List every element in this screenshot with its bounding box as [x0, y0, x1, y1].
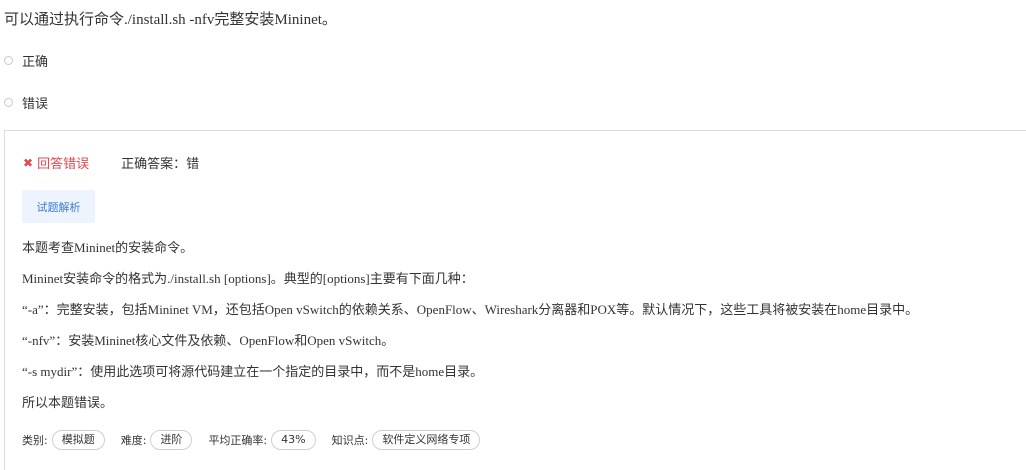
difficulty-label: 难度: [120, 434, 147, 447]
knowledge-label: 知识点: [331, 434, 369, 447]
analysis-paragraph: “-s mydir”：使用此选项可将源代码建立在一个指定的目录中，而不是home… [22, 364, 484, 379]
result-row: ✖ 回答错误 正确答案：错 [23, 153, 200, 173]
analysis-paragraph: “-nfv”：安装Mininet核心文件及依赖、OpenFlow和Open vS… [22, 333, 395, 348]
analysis-paragraph: 所以本题错误。 [22, 395, 114, 410]
category-tag[interactable]: 模拟题 [51, 430, 105, 450]
result-status: 回答错误 [37, 157, 90, 172]
option-label: 正确 [22, 54, 49, 70]
accuracy-label: 平均正确率: [208, 434, 268, 447]
question-text: 可以通过执行命令./install.sh -nfv完整安装Mininet。 [4, 12, 337, 28]
close-icon: ✖ [23, 155, 34, 170]
answer-panel: ✖ 回答错误 正确答案：错 试题解析 本题考查Mininet的安装命令。 Min… [4, 130, 1026, 470]
analysis-paragraph: 本题考查Mininet的安装命令。 [22, 240, 194, 255]
analysis-paragraph: Mininet安装命令的格式为./install.sh [options]。典型… [22, 271, 474, 286]
option-wrong[interactable]: 错误 [4, 92, 48, 112]
accuracy-tag: 43% [271, 430, 316, 450]
correct-answer: 正确答案：错 [121, 157, 200, 172]
knowledge-tag[interactable]: 软件定义网络专项 [372, 430, 481, 450]
radio-button[interactable] [4, 55, 13, 65]
option-correct[interactable]: 正确 [4, 50, 48, 70]
analysis-paragraph: “-a”：完整安装，包括Mininet VM，还包括Open vSwitch的依… [22, 302, 919, 317]
radio-button[interactable] [4, 97, 13, 107]
option-label: 错误 [22, 96, 49, 112]
category-label: 类别: [22, 434, 48, 447]
meta-row: 类别: 模拟题 难度: 进阶 平均正确率: 43% 知识点: 软件定义网络专项 [22, 430, 496, 450]
difficulty-tag[interactable]: 进阶 [150, 430, 193, 450]
tab-analysis[interactable]: 试题解析 [22, 190, 95, 223]
